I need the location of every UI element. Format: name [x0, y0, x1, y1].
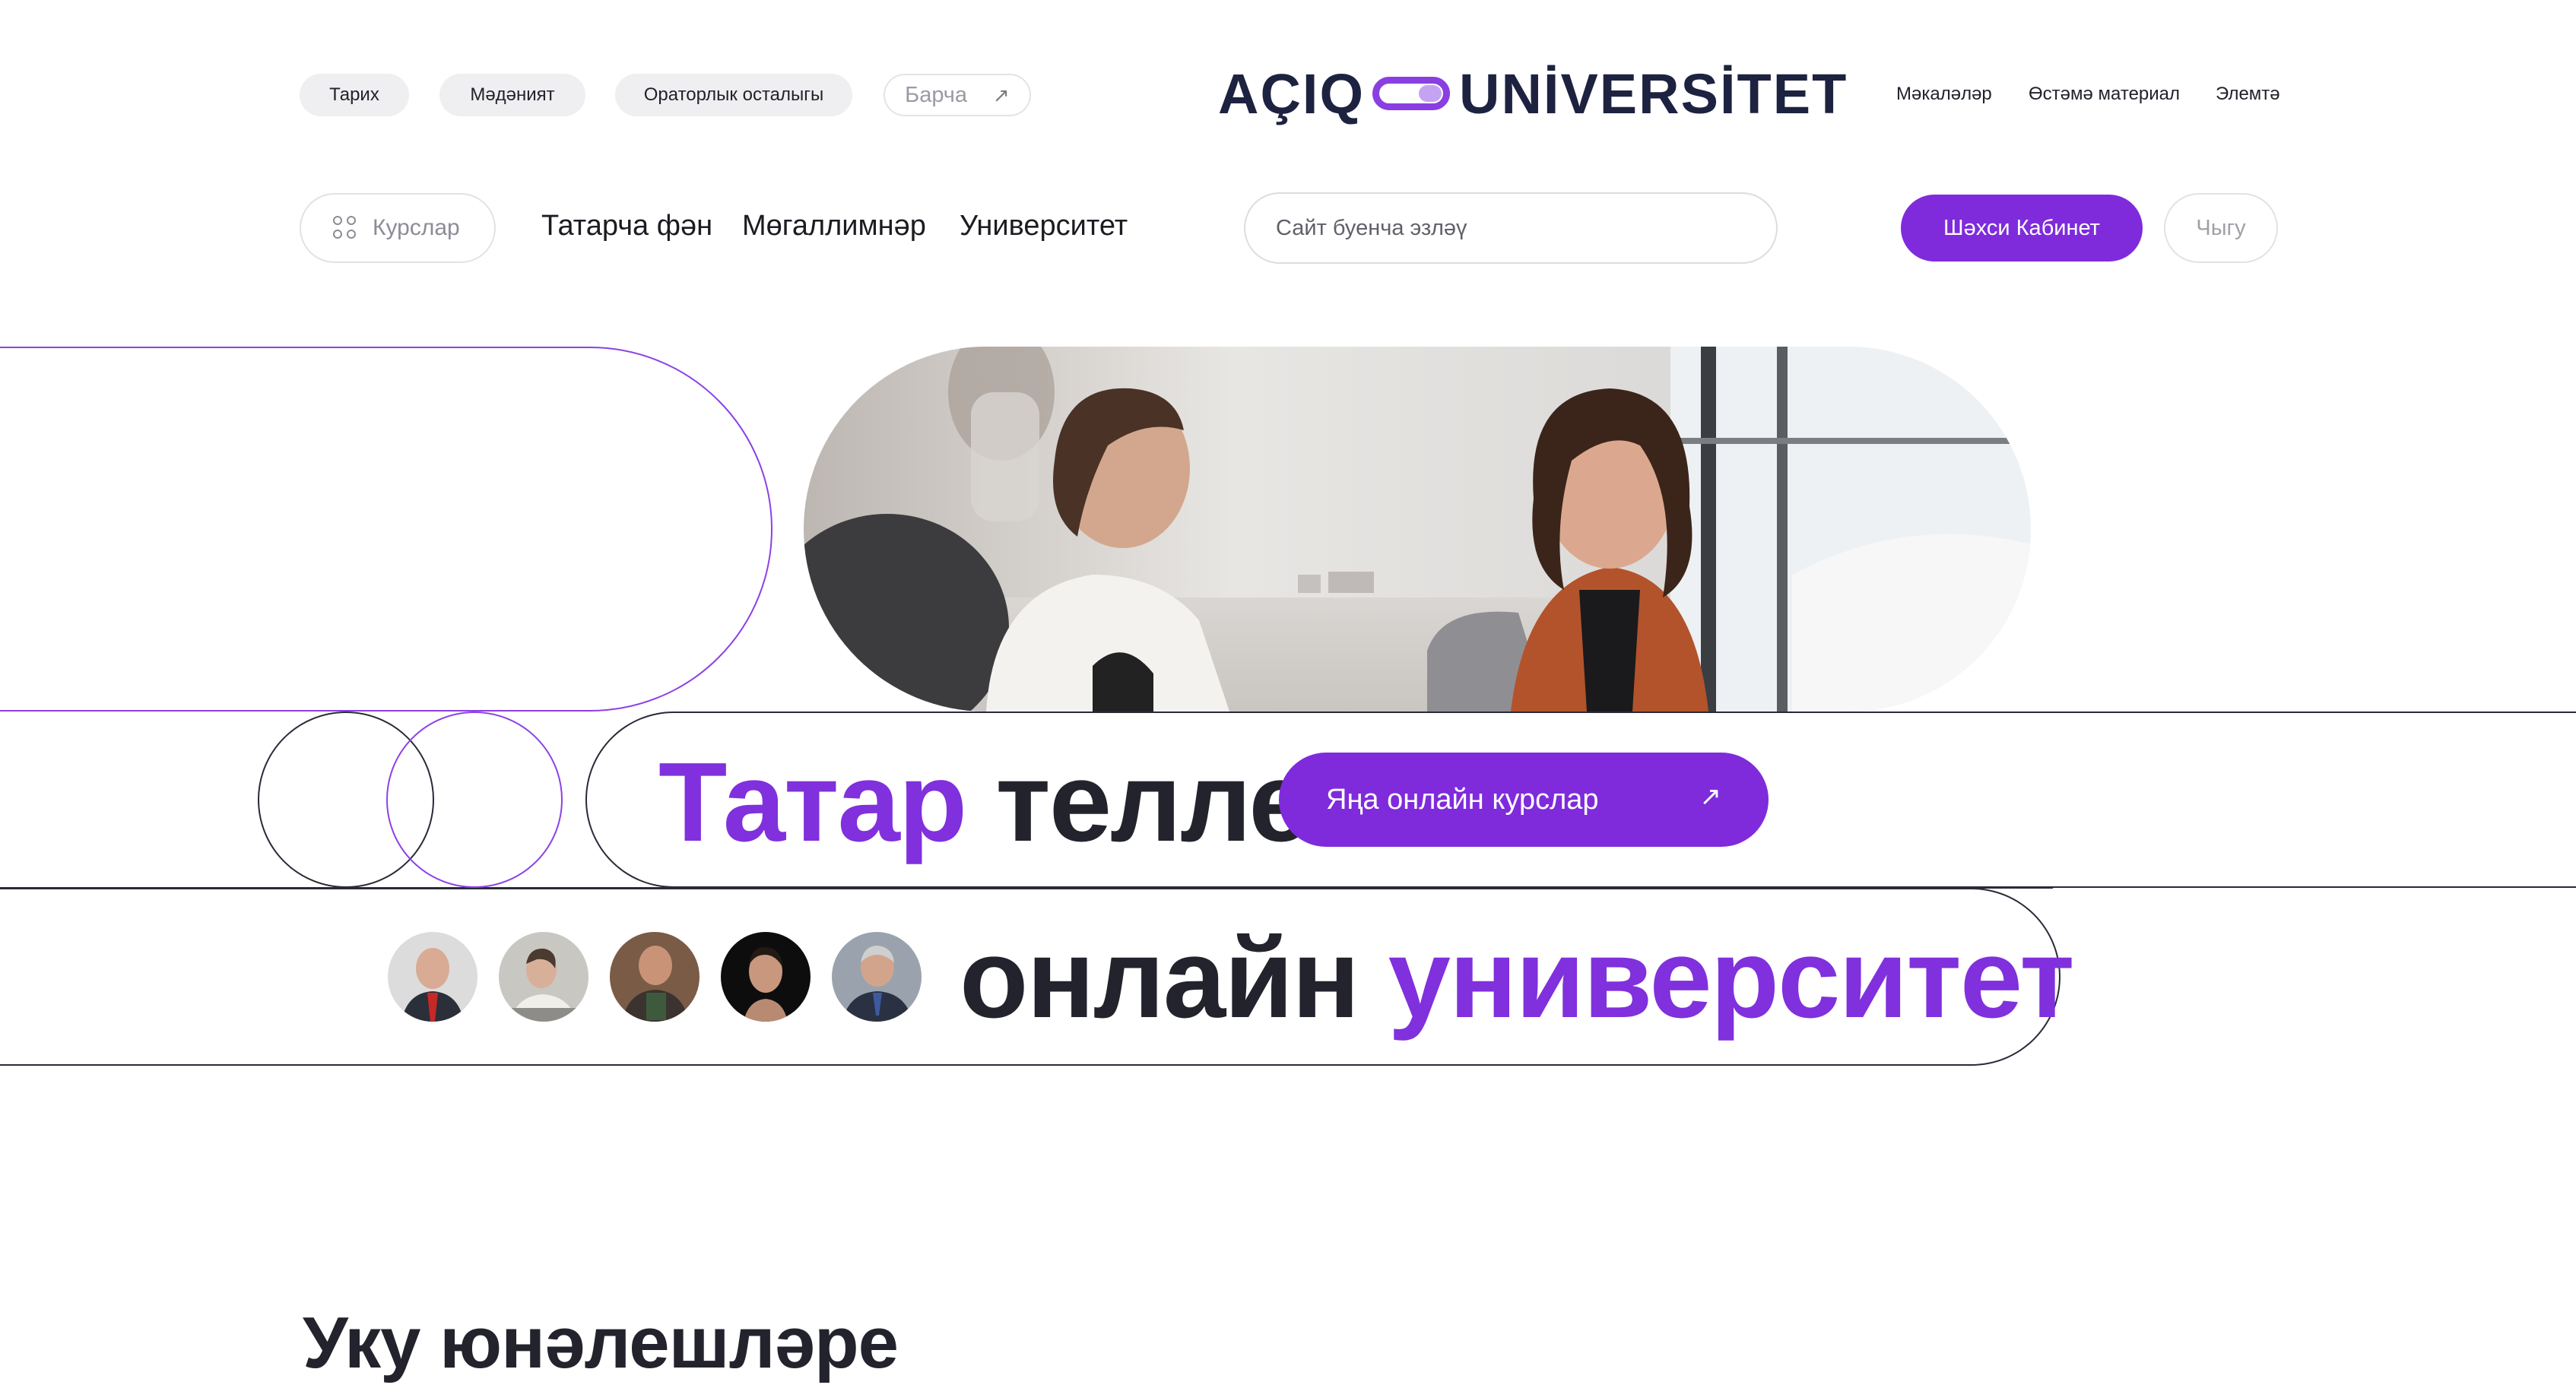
courses-button[interactable]: Курслар [300, 193, 496, 263]
nav-item-tatar-science[interactable]: Татарча фән [541, 210, 712, 242]
teacher-photo [499, 932, 588, 1022]
hero-title-word: телле [995, 740, 1311, 865]
logout-button[interactable]: Чыгу [2164, 193, 2278, 263]
courses-label: Курслар [373, 215, 460, 240]
chip-history[interactable]: Тарих [300, 74, 409, 116]
teacher-photo [721, 932, 811, 1022]
hero-photo [804, 347, 2031, 712]
arrow-up-right-icon: ↗ [993, 83, 1010, 106]
chip-culture[interactable]: Мәдәният [439, 74, 585, 116]
new-courses-label: Яңа онлайн курслар [1326, 783, 1599, 816]
decorative-circle-purple [386, 712, 563, 888]
all-topics-label: Барча [905, 82, 968, 107]
chip-label: Мәдәният [470, 84, 555, 105]
all-topics-button[interactable]: Барча ↗ [884, 74, 1031, 116]
divider-line [0, 887, 2053, 889]
nav-item-teachers[interactable]: Мөгаллимнәр [742, 210, 926, 242]
arrow-up-right-icon: ↗ [1699, 782, 1722, 811]
teacher-photo [832, 932, 922, 1022]
site-logo[interactable]: AÇIQ UNİVERSİTET [1218, 62, 1848, 125]
logo-text-right: UNİVERSİTET [1459, 62, 1848, 125]
personal-cabinet-button[interactable]: Шәхси Кабинет [1901, 195, 2143, 261]
nav-item-university[interactable]: Университет [960, 210, 1128, 242]
teacher-photo [388, 932, 477, 1022]
hero-title-line1: Татар телле [658, 746, 1312, 859]
teacher-avatar[interactable] [388, 932, 477, 1022]
hero-title-word: онлайн [960, 916, 1359, 1041]
nav-link-contact[interactable]: Элемтә [2216, 84, 2280, 105]
logo-text-left: AÇIQ [1218, 62, 1365, 125]
teacher-photo [610, 932, 700, 1022]
section-title: Уку юнәлешләре [303, 1302, 899, 1383]
chip-label: Ораторлык осталыгы [643, 84, 824, 105]
search-input[interactable] [1244, 192, 1778, 264]
decorative-frame [0, 347, 772, 712]
chip-label: Тарих [329, 84, 379, 105]
new-courses-button[interactable]: Яңа онлайн курслар ↗ [1279, 753, 1769, 847]
teacher-avatar[interactable] [499, 932, 588, 1022]
nav-link-materials[interactable]: Өстәмә материал [2029, 84, 2180, 105]
teacher-avatar[interactable] [832, 932, 922, 1022]
hero-title-word: Татар [658, 740, 967, 865]
hero-photo-illustration [804, 347, 2031, 712]
hero-title-word: университет [1388, 916, 2075, 1041]
teacher-avatar[interactable] [610, 932, 700, 1022]
logo-pill-icon [1372, 77, 1450, 110]
chip-oratory[interactable]: Ораторлык осталыгы [615, 74, 852, 116]
nav-link-articles[interactable]: Мәкаләләр [1896, 84, 1992, 105]
teacher-avatar[interactable] [721, 932, 811, 1022]
hero-title-line2: онлайн университет [960, 923, 2075, 1035]
grid-icon [333, 216, 357, 240]
